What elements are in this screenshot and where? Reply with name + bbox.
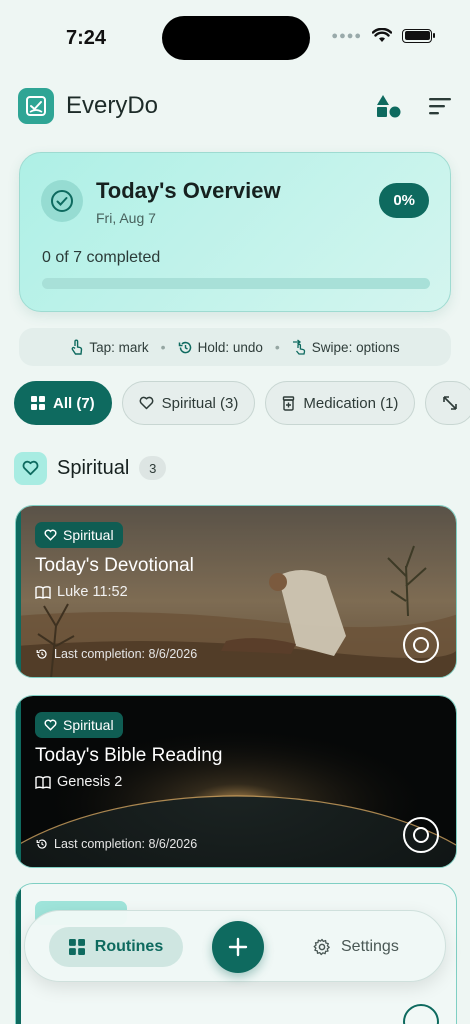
category-tag: Spiritual — [35, 522, 123, 548]
routine-title: Today's Bible Reading — [35, 745, 223, 766]
last-completion: Last completion: 8/6/2026 — [36, 837, 197, 851]
app-title: EveryDo — [66, 92, 159, 119]
medication-icon — [283, 395, 295, 411]
overview-progress-bar — [42, 278, 430, 289]
history-icon — [36, 649, 47, 659]
battery-icon — [402, 28, 435, 43]
nav-settings-button[interactable]: Settings — [313, 927, 399, 967]
heart-icon — [44, 719, 57, 731]
category-tag-label: Spiritual — [63, 527, 114, 543]
hint-hold: Hold: undo — [178, 340, 263, 355]
gesture-hints: Tap: mark • Hold: undo • Swipe: options — [19, 328, 451, 366]
section-count-badge: 3 — [139, 456, 167, 480]
last-completion-text: Last completion: 8/6/2026 — [54, 647, 198, 661]
category-tag: Spiritual — [35, 712, 123, 738]
heart-icon — [44, 529, 57, 541]
radio-circle-icon — [413, 637, 429, 653]
filter-chip-label: Spiritual (3) — [161, 394, 239, 412]
routine-card-bible-reading[interactable]: Spiritual Today's Bible Reading Genesis … — [15, 695, 457, 868]
overview-percent-badge: 0% — [379, 183, 429, 218]
routine-reference-text: Genesis 2 — [57, 774, 123, 790]
hint-separator: • — [274, 339, 280, 355]
status-time: 7:24 — [66, 27, 107, 49]
sort-menu-icon[interactable] — [428, 97, 452, 115]
hint-swipe-label: Swipe: options — [311, 339, 400, 355]
section-title: Spiritual — [57, 456, 130, 479]
hint-hold-label: Hold: undo — [197, 339, 263, 355]
routine-reference: Genesis 2 — [35, 774, 122, 790]
expand-arrows-icon — [443, 396, 458, 410]
gear-icon — [313, 938, 330, 956]
overview-date: Fri, Aug 7 — [96, 210, 156, 226]
add-routine-button[interactable] — [212, 921, 264, 973]
complete-toggle[interactable] — [403, 1004, 439, 1024]
hint-swipe: Swipe: options — [292, 339, 400, 355]
complete-toggle[interactable] — [403, 817, 439, 853]
overview-card: Today's Overview Fri, Aug 7 0% 0 of 7 co… — [19, 152, 451, 312]
categories-shapes-icon[interactable] — [376, 94, 402, 118]
last-completion-text: Last completion: 8/6/2026 — [54, 837, 198, 851]
signal-icon: ●●●● — [331, 29, 362, 42]
filter-chip-label: All (7) — [53, 394, 95, 412]
filter-chip-label: Medication (1) — [303, 394, 399, 412]
grid-icon — [68, 939, 85, 955]
last-completion: Last completion: 8/6/2026 — [36, 647, 197, 661]
hint-tap: Tap: mark — [70, 339, 149, 355]
check-circle-icon — [41, 180, 83, 222]
app-logo-icon — [18, 88, 54, 124]
book-icon — [35, 775, 51, 789]
routine-card-devotional[interactable]: Spiritual Today's Devotional Luke 11:52 … — [15, 505, 457, 678]
section-header-spiritual: Spiritual 3 — [14, 451, 167, 485]
filter-chip-more[interactable] — [425, 381, 470, 425]
dynamic-island — [162, 16, 310, 60]
tap-icon — [71, 339, 83, 355]
routine-reference: Luke 11:52 — [35, 584, 128, 600]
radio-circle-icon — [413, 827, 429, 843]
grid-icon — [31, 396, 45, 410]
history-icon — [36, 839, 47, 849]
status-icons: ●●●● — [331, 28, 435, 43]
bottom-nav: Routines Settings — [24, 910, 446, 982]
filter-chips: All (7) Spiritual (3) Medication (1) — [14, 381, 470, 425]
hint-separator: • — [160, 339, 166, 355]
nav-routines-label: Routines — [94, 938, 164, 955]
nav-routines-button[interactable]: Routines — [49, 927, 183, 967]
routine-title: Today's Devotional — [35, 555, 194, 576]
routine-reference-text: Luke 11:52 — [57, 584, 128, 600]
hint-tap-label: Tap: mark — [89, 339, 149, 355]
filter-chip-spiritual[interactable]: Spiritual (3) — [121, 381, 256, 425]
undo-history-icon — [178, 341, 191, 353]
plus-icon — [228, 937, 248, 957]
swipe-icon — [292, 339, 305, 355]
category-tag-label: Spiritual — [63, 717, 114, 733]
heart-icon — [14, 451, 47, 485]
app-bar: EveryDo — [18, 86, 452, 126]
filter-chip-all[interactable]: All (7) — [14, 381, 112, 425]
status-bar: 7:24 ●●●● — [0, 0, 470, 76]
book-icon — [35, 585, 51, 599]
wifi-icon — [372, 28, 392, 42]
overview-title: Today's Overview — [96, 178, 281, 203]
filter-chip-medication[interactable]: Medication (1) — [265, 381, 416, 425]
nav-settings-label: Settings — [341, 938, 399, 955]
overview-progress-text: 0 of 7 completed — [42, 249, 161, 266]
complete-toggle[interactable] — [403, 627, 439, 663]
heart-icon — [139, 396, 154, 410]
